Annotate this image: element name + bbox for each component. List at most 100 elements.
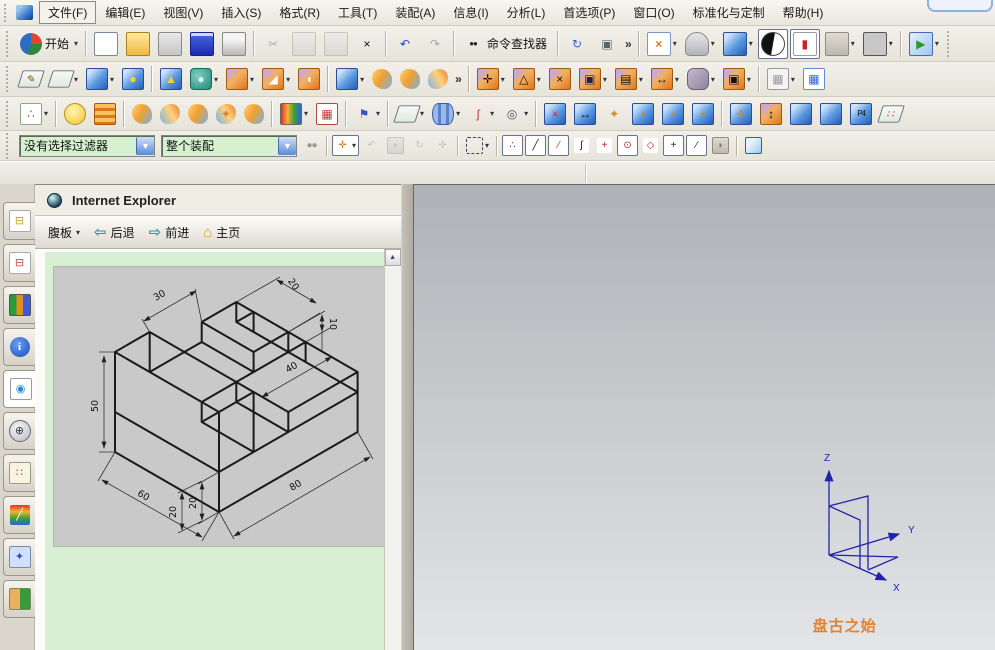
bridge-surface-button[interactable] — [241, 101, 267, 127]
swept-surface-button[interactable] — [425, 66, 451, 92]
chevron-down-icon[interactable]: ▾ — [537, 75, 541, 84]
toolbar-grip[interactable] — [6, 101, 12, 127]
scrollbar-up-arrow[interactable]: ▲ — [385, 249, 401, 266]
chevron-down-icon[interactable]: ▾ — [456, 109, 460, 118]
replace-face-button[interactable]: × — [546, 65, 574, 93]
slot-feature-button[interactable]: ▪ — [659, 100, 687, 128]
hole-button[interactable]: ● — [119, 65, 147, 93]
chevron-down-icon[interactable]: ▾ — [749, 39, 753, 48]
chevron-down-icon[interactable]: ▾ — [490, 109, 494, 118]
graphics-viewport[interactable]: Z Y X 盘古之始 — [413, 184, 995, 650]
scope-filter-combo[interactable]: 整个装配▼ — [161, 135, 297, 157]
menu-window[interactable]: 窗口(O) — [624, 1, 683, 24]
toolbar-grip[interactable] — [6, 66, 12, 92]
delete-button[interactable]: × — [353, 30, 381, 58]
select-prev-button[interactable]: ↶ — [361, 135, 382, 156]
p4-feature-button[interactable]: P4 — [847, 100, 875, 128]
chevron-down-icon[interactable]: ▾ — [673, 39, 677, 48]
redo-button[interactable]: ↷ — [421, 30, 449, 58]
delete-face-button[interactable]: △▾ — [510, 65, 544, 93]
chevron-down-icon[interactable]: ▾ — [851, 39, 855, 48]
toolbar1-overflow[interactable]: » — [622, 37, 635, 51]
hidden-edges-button[interactable]: ▾ — [822, 29, 858, 59]
paste-button[interactable] — [321, 29, 351, 59]
trim-body-button[interactable]: × — [541, 100, 569, 128]
palette-menu-button[interactable]: 腹板 ▾ — [43, 221, 85, 244]
styled-blend-button[interactable] — [185, 101, 211, 127]
chevron-down-icon[interactable]: ▾ — [501, 75, 505, 84]
snap-face-toggle[interactable]: ◗ — [709, 134, 732, 157]
ruled-surface-button[interactable] — [369, 66, 395, 92]
toolbar-grip[interactable] — [6, 133, 12, 159]
snap-point-menu-button[interactable]: ✛▾ — [332, 135, 359, 156]
layer-settings-button[interactable] — [91, 100, 119, 128]
assembly-navigator-tab[interactable]: ⊟ — [3, 202, 35, 240]
menu-standardize[interactable]: 标准化与定制 — [684, 1, 774, 24]
extrude-button[interactable]: ▾ — [83, 65, 117, 93]
palettes-tab[interactable]: ∷ — [3, 454, 35, 492]
menu-preferences[interactable]: 首选项(P) — [554, 1, 624, 24]
system-scene-tab[interactable]: ✦ — [3, 538, 35, 576]
snap-endpoint-toggle[interactable]: ╱ — [525, 135, 546, 156]
grid-sheet-button[interactable]: ▦ — [313, 100, 341, 128]
visualization-tab[interactable]: ╱ — [3, 496, 35, 534]
boundary-face-button[interactable]: ▣▾ — [720, 65, 754, 93]
boss-button[interactable]: ▲ — [157, 65, 185, 93]
orient-view-button[interactable]: ▾ — [682, 29, 718, 59]
wireframe-cube-button[interactable] — [742, 134, 765, 157]
chevron-down-icon[interactable]: ▾ — [376, 109, 380, 118]
forward-button[interactable]: ⇨ 前进 — [144, 220, 195, 244]
chamfer-button[interactable]: ◢▾ — [259, 65, 293, 93]
roles-tab[interactable] — [3, 580, 35, 618]
find-component-button[interactable]: ●● — [301, 135, 322, 156]
snap-intersection-toggle[interactable]: + — [594, 135, 615, 156]
sheet-plane-button[interactable]: ▾ — [393, 100, 427, 128]
back-button[interactable]: ⇦ 后退 — [89, 220, 140, 244]
mesh-display-button[interactable]: ▦▾ — [764, 65, 798, 93]
snap-quadrant-toggle[interactable]: ◇ — [640, 135, 661, 156]
open-file-button[interactable] — [123, 29, 153, 59]
snap-center-toggle[interactable]: ⊙ — [617, 135, 638, 156]
chevron-down-icon[interactable]: ▾ — [524, 109, 528, 118]
chevron-down-icon[interactable]: ▾ — [485, 141, 489, 150]
constraint-navigator-tab[interactable]: ⊟ — [3, 244, 35, 282]
refresh-view-button[interactable]: ↻ — [563, 30, 591, 58]
menu-help[interactable]: 帮助(H) — [774, 1, 833, 24]
view-orientation-button[interactable]: ▶▾ — [906, 29, 942, 59]
window-layout-button[interactable]: ▣ — [593, 30, 621, 58]
section-view-button[interactable]: ▮ — [790, 29, 820, 59]
chevron-down-icon[interactable]: ▾ — [420, 109, 424, 118]
resize-face-button[interactable]: ↔▾ — [648, 65, 682, 93]
menu-assemblies[interactable]: 装配(A) — [386, 1, 444, 24]
rib-feature-button[interactable]: ▪ — [689, 100, 717, 128]
history-tab[interactable]: ⊕ — [3, 412, 35, 450]
chevron-down-icon[interactable]: ▾ — [44, 109, 48, 118]
through-curves-button[interactable] — [397, 66, 423, 92]
home-button[interactable]: ⌂ 主页 — [198, 221, 245, 244]
surface-tools-button[interactable]: ✦ — [213, 101, 239, 127]
boss2-feature-button[interactable] — [787, 100, 815, 128]
start-menu-button[interactable]: 开始▾ — [17, 30, 81, 58]
menu-analysis[interactable]: 分析(L) — [498, 1, 555, 24]
snap-midpoint-toggle[interactable]: ∕ — [548, 135, 569, 156]
save-button[interactable] — [187, 29, 217, 59]
hd3d-tools-tab[interactable]: i — [3, 328, 35, 366]
cut-button[interactable]: ✂ — [259, 30, 287, 58]
fit-view-button[interactable]: ×▾ — [644, 29, 680, 59]
ie-vertical-scrollbar[interactable]: ▲ — [384, 249, 401, 650]
menu-tools[interactable]: 工具(T) — [329, 1, 386, 24]
chevron-down-icon[interactable]: ▾ — [675, 75, 679, 84]
isometric-view-button[interactable]: ▾ — [720, 29, 756, 59]
chevron-down-icon[interactable]: ▾ — [250, 75, 254, 84]
chevron-down-icon[interactable]: ▾ — [110, 75, 114, 84]
point-set-button[interactable]: ∴▾ — [17, 100, 51, 128]
chevron-down-icon[interactable]: ▼ — [136, 137, 154, 155]
menu-edit[interactable]: 编辑(E) — [96, 1, 154, 24]
snap-point-cluster-toggle[interactable]: ∴ — [502, 135, 523, 156]
menu-view[interactable]: 视图(V) — [154, 1, 212, 24]
chevron-down-icon[interactable]: ▼ — [278, 137, 296, 155]
chevron-down-icon[interactable]: ▾ — [711, 39, 715, 48]
undo-button[interactable]: ↶ — [391, 30, 419, 58]
copy-face-button[interactable]: ▣▾ — [576, 65, 610, 93]
chevron-down-icon[interactable]: ▾ — [711, 75, 715, 84]
